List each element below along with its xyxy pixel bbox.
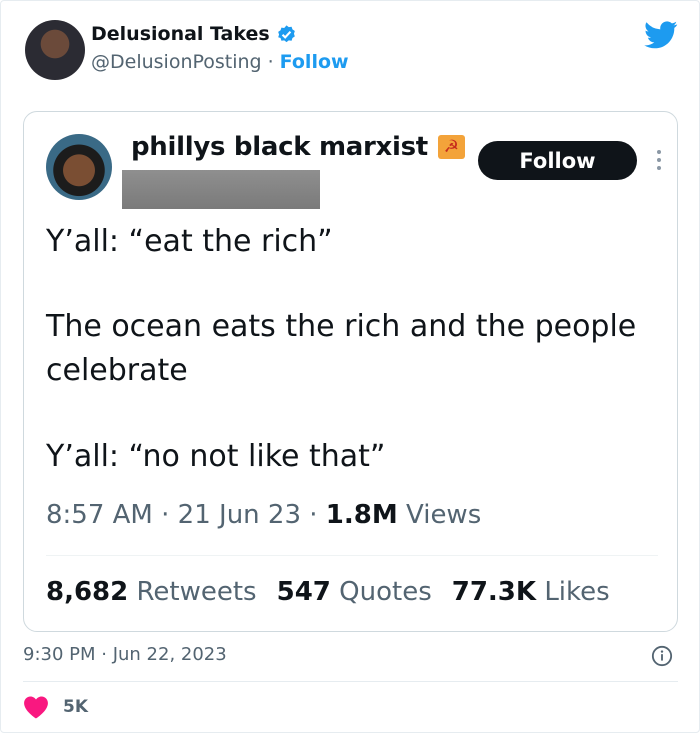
like-count: 5K	[63, 697, 89, 717]
info-icon[interactable]	[651, 645, 673, 667]
quotes-stat: 547 Quotes	[277, 577, 432, 607]
author-avatar[interactable]	[25, 20, 85, 80]
embedded-tweet: Delusional Takes @DelusionPosting · Foll…	[0, 0, 700, 733]
author-handle[interactable]: @DelusionPosting	[91, 51, 262, 73]
heart-icon[interactable]	[23, 695, 49, 719]
meta-separator: ·	[161, 500, 170, 530]
stats-divider	[46, 555, 658, 556]
handle-separator: ·	[267, 51, 274, 73]
meta-separator: ·	[309, 500, 318, 530]
author-name-row: Delusional Takes	[91, 23, 297, 45]
hammer-sickle-flag-icon: ☭	[437, 135, 465, 159]
footer-divider	[23, 681, 678, 682]
tweet-date: 21 Jun 23	[177, 500, 301, 530]
likes-count: 77.3K	[451, 577, 537, 607]
author-handle-row: @DelusionPosting · Follow	[91, 51, 349, 73]
retweets-stat: 8,682 Retweets	[46, 577, 257, 607]
tweet-meta: 8:57 AM · 21 Jun 23 · 1.8M Views	[46, 500, 481, 530]
quoted-follow-button: Follow	[478, 141, 637, 180]
tweet-text-line-2: The ocean eats the rich and the people c…	[46, 309, 637, 388]
quoted-tweet-screenshot[interactable]: phillys black marxist ☭ Follow Y’all: “e…	[23, 111, 678, 632]
quoted-author-name-row: phillys black marxist ☭	[131, 132, 465, 162]
quotes-label: Quotes	[339, 577, 432, 607]
redacted-handle-block	[122, 170, 320, 209]
tweet-stats: 8,682 Retweets 547 Quotes 77.3K Likes	[46, 577, 610, 607]
tweet-text-line-3: Y’all: “no not like that”	[46, 439, 386, 474]
like-action[interactable]: 5K	[23, 695, 88, 719]
quoted-author-avatar	[46, 134, 112, 200]
likes-stat: 77.3K Likes	[452, 577, 610, 607]
twitter-bird-icon[interactable]	[644, 21, 678, 49]
more-options-icon	[656, 150, 662, 174]
follow-link[interactable]: Follow	[280, 51, 349, 73]
retweets-label: Retweets	[136, 577, 257, 607]
tweet-timestamp[interactable]: 9:30 PM · Jun 22, 2023	[23, 644, 227, 665]
verified-badge-icon	[277, 24, 295, 42]
views-count: 1.8M	[325, 500, 398, 530]
quotes-count: 547	[276, 577, 331, 607]
likes-label: Likes	[544, 577, 610, 607]
tweet-time: 8:57 AM	[46, 500, 153, 530]
tweet-text-line-1: Y’all: “eat the rich”	[46, 224, 333, 259]
author-display-name[interactable]: Delusional Takes	[91, 23, 270, 45]
quoted-author-display-name: phillys black marxist	[131, 132, 428, 162]
views-label: Views	[406, 500, 482, 530]
retweets-count: 8,682	[46, 577, 129, 607]
